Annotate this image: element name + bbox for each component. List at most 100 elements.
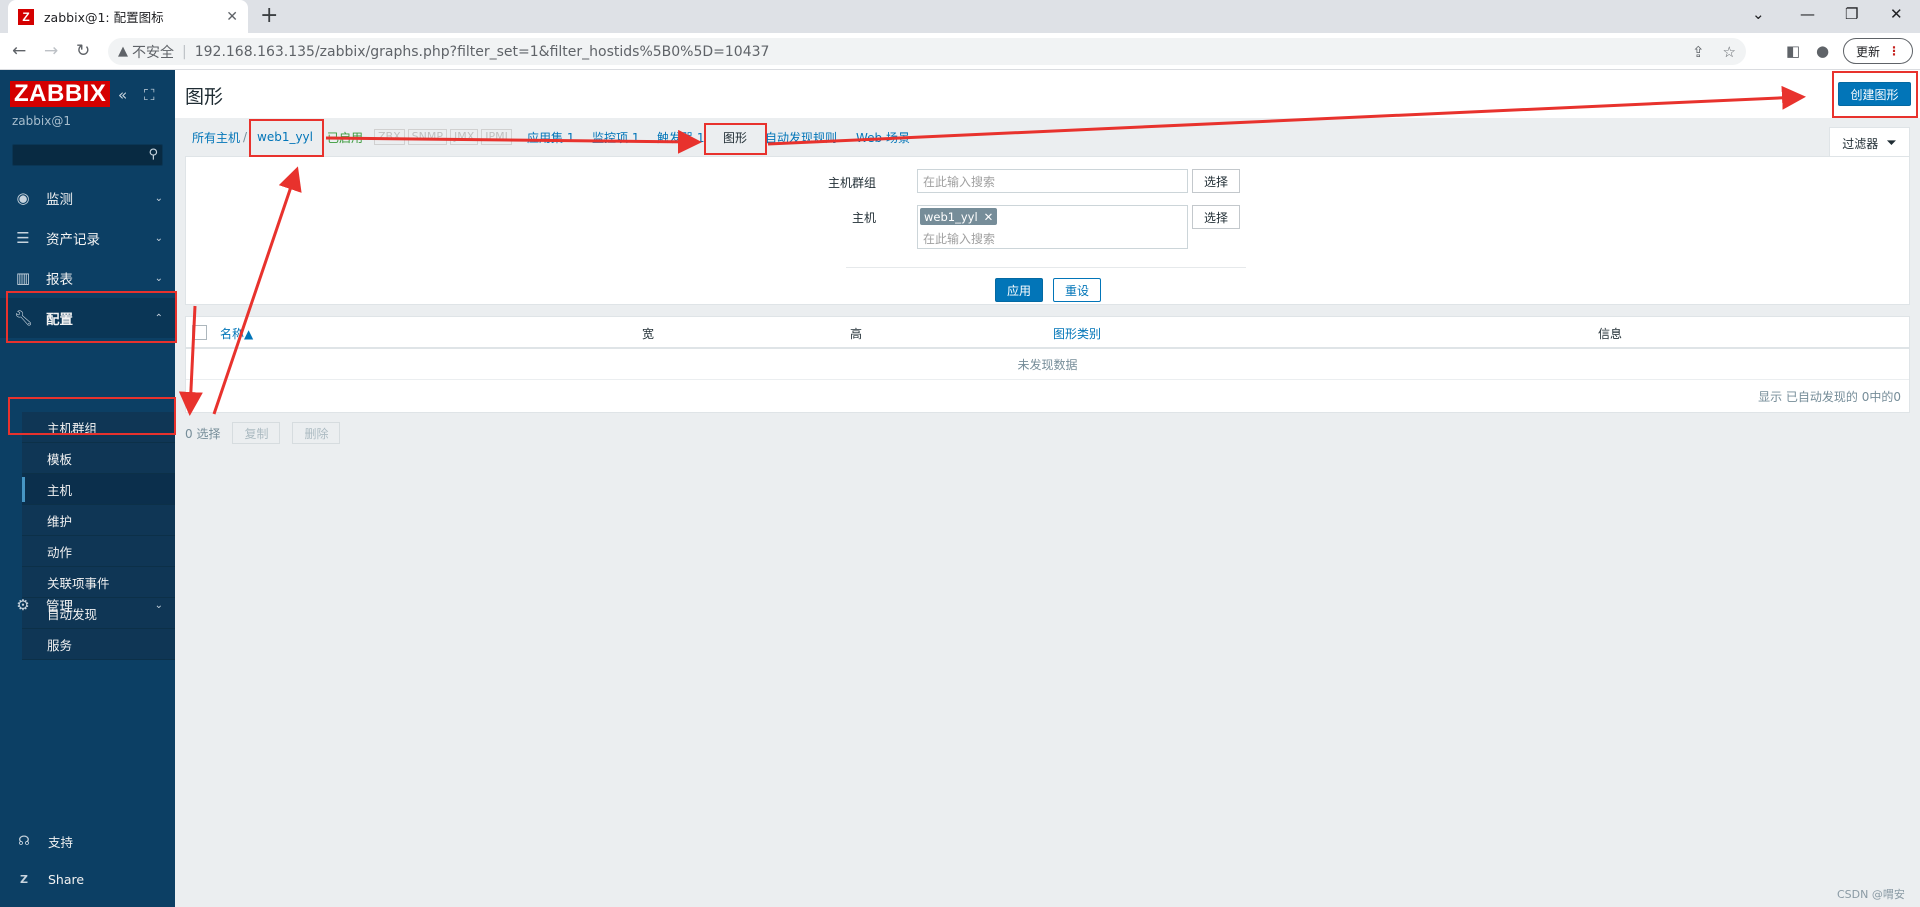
support-link[interactable]: ☊ 支持 — [0, 832, 175, 851]
filter-panel: 主机群组 在此输入搜索 选择 主机 web1_yyl ✕ 在此输入搜索 选择 应… — [185, 156, 1910, 305]
more-menu-icon: ⋮ — [1888, 44, 1900, 58]
new-tab-icon[interactable]: + — [260, 4, 278, 28]
host-group-label: 主机群组 — [827, 176, 876, 190]
host-group-select-button[interactable]: 选择 — [1192, 169, 1240, 193]
gear-icon: ⚙ — [16, 596, 30, 614]
menu-label: 管理 — [46, 599, 73, 615]
omnibox-divider: | — [182, 43, 187, 60]
selected-count: 0 选择 — [185, 426, 221, 441]
all-hosts-link[interactable]: 所有主机 — [192, 118, 240, 156]
graphs-table: 名称▲ 宽 高 图形类别 信息 未发现数据 显示 已自动发现的 0中的0 — [185, 316, 1910, 413]
search-icon[interactable]: ⚲ — [148, 147, 158, 162]
browser-tab[interactable]: Z zabbix@1: 配置图标 ✕ — [8, 0, 248, 33]
ipmi-availability-badge: IPMI — [481, 129, 512, 145]
reset-button[interactable]: 重设 — [1053, 278, 1101, 302]
eye-icon: ◉ — [16, 189, 30, 207]
remove-tag-icon[interactable]: ✕ — [984, 210, 994, 224]
chevron-down-icon: ⌄ — [154, 272, 163, 284]
sidebar-search-input[interactable]: ⚲ — [12, 144, 163, 166]
filter-tab-label: 过滤器 — [1842, 136, 1879, 151]
not-secure-label: 不安全 — [132, 44, 174, 61]
close-window-icon[interactable]: ✕ — [1890, 5, 1903, 23]
zabbix-favicon-icon: Z — [18, 8, 34, 25]
apply-button[interactable]: 应用 — [995, 278, 1043, 302]
menu-label: 资产记录 — [46, 232, 100, 248]
submenu-templates[interactable]: 模板 — [22, 443, 175, 474]
watermark: CSDN @喟安 — [1837, 888, 1905, 901]
availability-indicators: ZBX SNMP JMX IPMI — [374, 118, 515, 156]
host-label: 主机 — [851, 211, 876, 225]
tab-applications[interactable]: 应用集 1 — [527, 118, 574, 156]
filter-funnel-icon: ⏷ — [1886, 135, 1897, 151]
list-icon: ☰ — [16, 229, 30, 247]
forward-icon[interactable]: → — [44, 41, 58, 61]
submenu-hosts[interactable]: 主机 — [22, 474, 175, 505]
warning-icon: ▲ — [118, 44, 128, 59]
filter-divider — [846, 267, 1246, 268]
breadcrumb-separator: / — [243, 130, 248, 144]
page-title: 图形 — [185, 86, 224, 108]
share-link[interactable]: Z Share — [0, 872, 175, 887]
tab-search-chevron-icon[interactable]: ⌄ — [1752, 5, 1765, 23]
bookmark-star-icon[interactable]: ☆ — [1723, 43, 1736, 61]
column-name[interactable]: 名称▲ — [220, 325, 253, 342]
submenu-maintenance[interactable]: 维护 — [22, 505, 175, 536]
column-height: 高 — [850, 327, 863, 341]
host-tag: web1_yyl ✕ — [920, 208, 998, 225]
host-navigation-tabs: 所有主机 / web1_yyl 已启用 ZBX SNMP JMX IPMI 应用… — [175, 118, 1920, 158]
main-content: 图形 创建图形 所有主机 / web1_yyl 已启用 ZBX SNMP JMX… — [175, 70, 1920, 907]
page-header: 图形 创建图形 — [175, 70, 1920, 118]
host-group-input[interactable]: 在此输入搜索 — [917, 169, 1188, 193]
tab-graphs[interactable]: 图形 — [723, 118, 747, 156]
snmp-availability-badge: SNMP — [407, 129, 447, 145]
menu-administration[interactable]: ⚙ 管理 ⌄ — [0, 585, 175, 625]
chevron-down-icon: ⌄ — [154, 232, 163, 244]
menu-label: 配置 — [46, 312, 73, 328]
close-tab-icon[interactable]: ✕ — [226, 9, 238, 25]
host-select-button[interactable]: 选择 — [1192, 205, 1240, 229]
browser-tab-title: zabbix@1: 配置图标 — [44, 10, 164, 25]
omnibox[interactable]: ▲ 不安全 | 192.168.163.135/zabbix/graphs.ph… — [108, 38, 1746, 65]
host-search-placeholder[interactable]: 在此输入搜索 — [923, 230, 995, 247]
copy-button[interactable]: 复制 — [232, 422, 281, 444]
menu-label: 监测 — [46, 192, 73, 208]
delete-button[interactable]: 删除 — [292, 422, 341, 444]
tab-triggers[interactable]: 触发器 1 — [657, 118, 704, 156]
tab-discovery-rules[interactable]: 自动发现规则 — [765, 118, 837, 156]
tab-web-scenarios[interactable]: Web 场景 — [856, 118, 910, 156]
column-graph-type[interactable]: 图形类别 — [1053, 325, 1101, 342]
host-multiselect[interactable]: web1_yyl ✕ 在此输入搜索 — [917, 205, 1188, 249]
reload-icon[interactable]: ↻ — [76, 41, 90, 61]
jmx-availability-badge: JMX — [449, 129, 479, 145]
kiosk-mode-icon[interactable]: ⛶ — [144, 86, 155, 104]
server-name: zabbix@1 — [12, 114, 71, 128]
submenu-actions[interactable]: 动作 — [22, 536, 175, 567]
zabbix-logo[interactable]: ZABBIX — [10, 81, 111, 107]
collapse-sidebar-icon[interactable]: « — [118, 86, 127, 104]
browser-tab-strip: Z zabbix@1: 配置图标 ✕ + ⌄ — ❐ ✕ — [0, 0, 1920, 33]
no-data-message: 未发现数据 — [186, 349, 1909, 380]
submenu-host-groups[interactable]: 主机群组 — [22, 412, 175, 443]
menu-monitoring[interactable]: ◉ 监测 ⌄ — [0, 178, 175, 218]
back-icon[interactable]: ← — [12, 41, 26, 61]
minimize-icon[interactable]: — — [1800, 5, 1815, 23]
column-width: 宽 — [642, 327, 655, 341]
update-button[interactable]: 更新 ⋮ — [1843, 38, 1913, 64]
host-link[interactable]: web1_yyl — [257, 118, 313, 156]
menu-inventory[interactable]: ☰ 资产记录 ⌄ — [0, 218, 175, 258]
filter-tab[interactable]: 过滤器 ⏷ — [1829, 127, 1910, 158]
side-panel-icon[interactable]: ◧ — [1786, 42, 1800, 60]
restore-icon[interactable]: ❐ — [1845, 5, 1858, 23]
create-graph-button[interactable]: 创建图形 — [1838, 82, 1911, 106]
profile-avatar-icon[interactable]: ● — [1816, 42, 1829, 60]
address-toolbar: ← → ↻ ▲ 不安全 | 192.168.163.135/zabbix/gra… — [0, 33, 1920, 70]
submenu-services[interactable]: 服务 — [22, 629, 175, 660]
share-page-icon[interactable]: ⇪ — [1692, 43, 1705, 61]
sidebar: ZABBIX « ⛶ zabbix@1 ⚲ ◉ 监测 ⌄ ☰ 资产记录 ⌄ ▥ … — [0, 70, 175, 907]
menu-configuration[interactable]: 🔧︎ 配置 ⌃ — [0, 298, 175, 338]
tab-items[interactable]: 监控项 1 — [592, 118, 639, 156]
update-label: 更新 — [1855, 44, 1880, 59]
menu-reports[interactable]: ▥ 报表 ⌄ — [0, 258, 175, 298]
select-all-checkbox[interactable] — [192, 325, 207, 340]
mass-actions: 0 选择 复制 删除 — [185, 422, 341, 444]
